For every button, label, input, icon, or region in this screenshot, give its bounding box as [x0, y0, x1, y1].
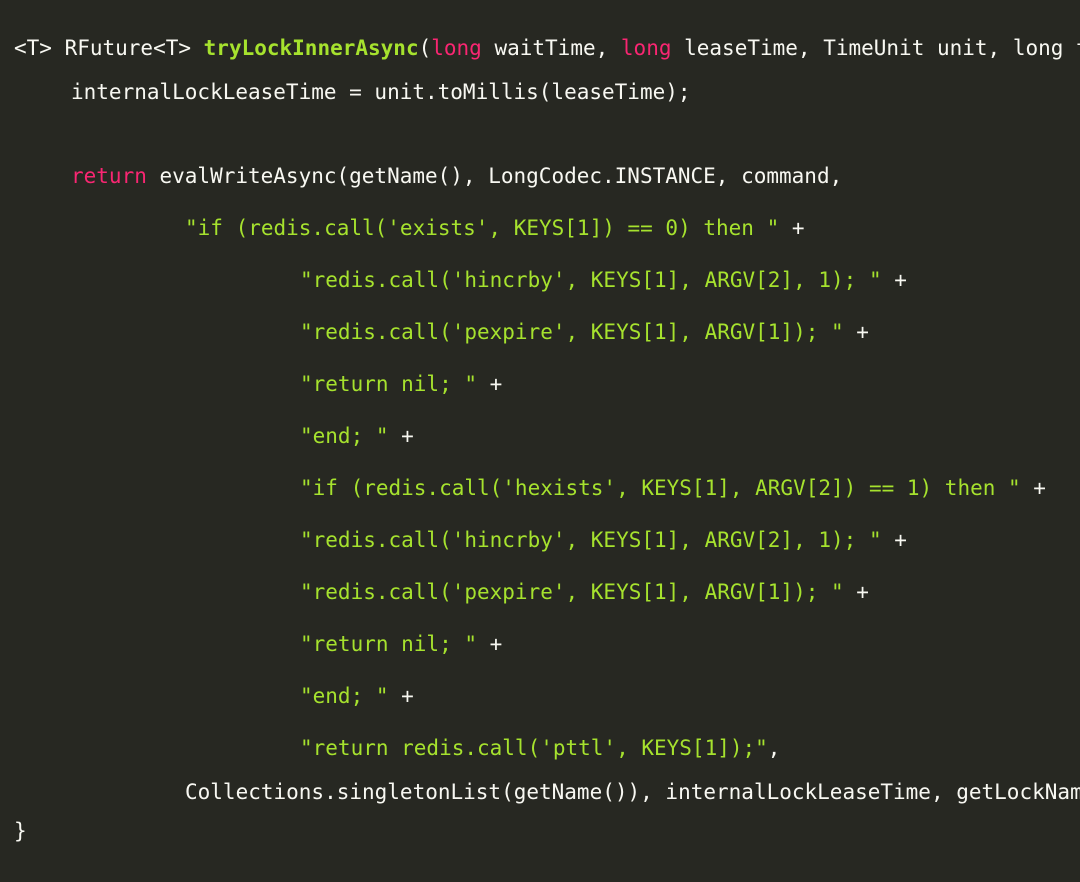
code-line-16: }	[14, 819, 27, 843]
code-operator: +	[843, 320, 869, 344]
code-token: (	[418, 36, 432, 60]
code-token: evalWriteAsync(getName(), LongCodec.INST…	[146, 164, 843, 188]
code-line-3: return evalWriteAsync(getName(), LongCod…	[71, 162, 842, 190]
code-line-1: <T> RFuture<T> tryLockInnerAsync(long wa…	[14, 34, 1080, 62]
code-line-2: internalLockLeaseTime = unit.toMillis(le…	[71, 80, 691, 104]
code-string: "return redis.call('pttl', KEYS[1]);"	[300, 736, 768, 760]
code-string: "end; "	[300, 424, 389, 448]
code-line-11: "redis.call('pexpire', KEYS[1], ARGV[1])…	[300, 578, 869, 606]
code-operator: ,	[767, 736, 781, 760]
code-string: "return nil; "	[300, 372, 478, 396]
code-operator: +	[388, 424, 414, 448]
code-line-15: Collections.singletonList(getName()), in…	[185, 780, 1080, 804]
code-line-14: "return redis.call('pttl', KEYS[1]);",	[300, 734, 780, 762]
code-token: leaseTime, TimeUnit unit, long threadId,…	[684, 36, 1080, 60]
code-line-5: "redis.call('hincrby', KEYS[1], ARGV[2],…	[300, 266, 907, 294]
code-keyword: long	[620, 36, 672, 60]
code-line-9: "if (redis.call('hexists', KEYS[1], ARGV…	[300, 474, 1046, 502]
code-string: "if (redis.call('hexists', KEYS[1], ARGV…	[300, 476, 1021, 500]
code-token: <T> RFuture<T>	[14, 36, 204, 60]
code-panel: <T> RFuture<T> tryLockInnerAsync(long wa…	[0, 0, 1080, 882]
code-operator: +	[881, 268, 907, 292]
code-operator: +	[388, 684, 414, 708]
code-token: waitTime,	[481, 36, 621, 60]
code-keyword: return	[71, 164, 147, 188]
code-operator: +	[477, 372, 503, 396]
code-function-name: tryLockInnerAsync	[203, 36, 419, 60]
code-keyword: long	[431, 36, 482, 60]
code-operator: +	[477, 632, 503, 656]
code-line-12: "return nil; " +	[300, 630, 502, 658]
code-string: "redis.call('pexpire', KEYS[1], ARGV[1])…	[300, 580, 844, 604]
code-operator: +	[779, 216, 805, 240]
code-operator: +	[1020, 476, 1046, 500]
code-line-10: "redis.call('hincrby', KEYS[1], ARGV[2],…	[300, 526, 907, 554]
code-line-13: "end; " +	[300, 682, 414, 710]
code-operator: +	[843, 580, 869, 604]
code-line-4: "if (redis.call('exists', KEYS[1]) == 0)…	[185, 214, 805, 242]
code-line-6: "redis.call('pexpire', KEYS[1], ARGV[1])…	[300, 318, 869, 346]
code-string: "end; "	[300, 684, 389, 708]
code-operator: +	[881, 528, 907, 552]
code-string: "redis.call('hincrby', KEYS[1], ARGV[2],…	[300, 528, 882, 552]
code-line-7: "return nil; " +	[300, 370, 502, 398]
code-string: "return nil; "	[300, 632, 478, 656]
code-string: "if (redis.call('exists', KEYS[1]) == 0)…	[185, 216, 780, 240]
code-string: "redis.call('pexpire', KEYS[1], ARGV[1])…	[300, 320, 844, 344]
code-line-8: "end; " +	[300, 422, 414, 450]
code-string: "redis.call('hincrby', KEYS[1], ARGV[2],…	[300, 268, 882, 292]
